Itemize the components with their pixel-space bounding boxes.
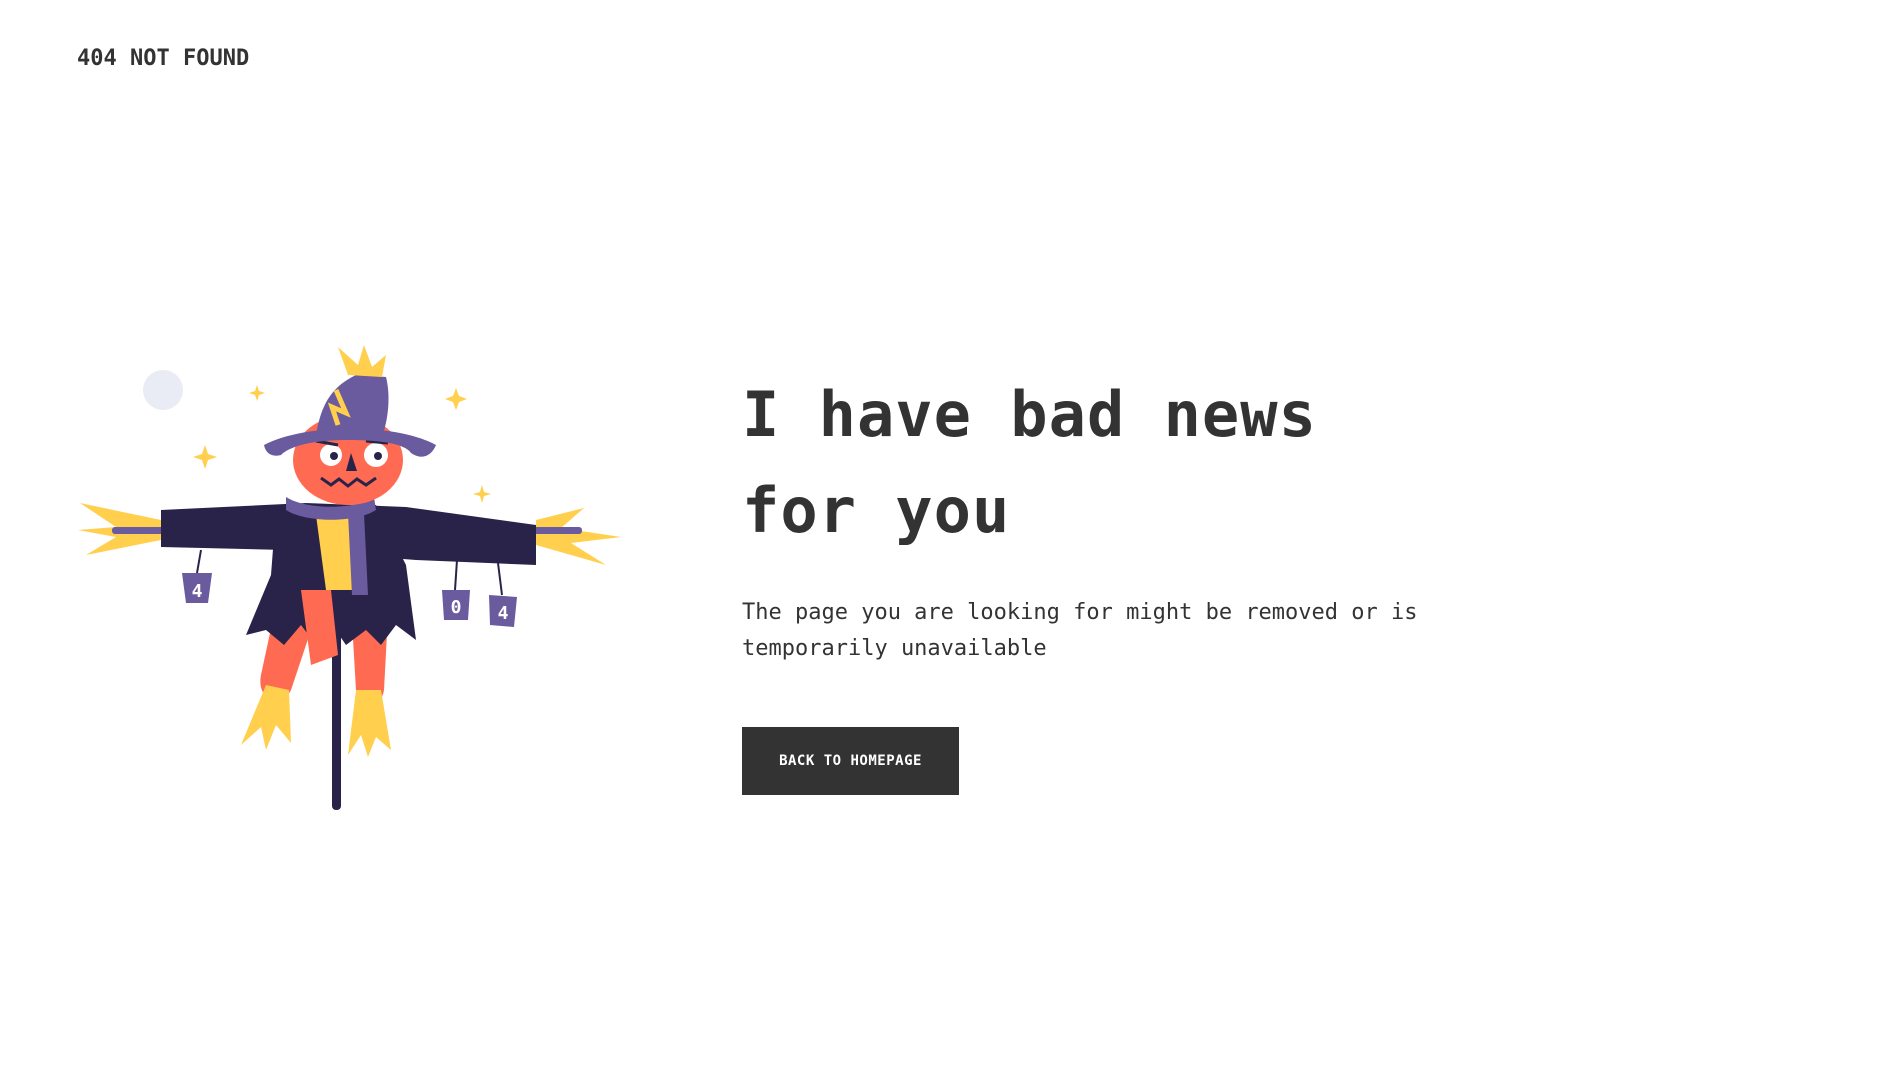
scarecrow-illustration: 4 0 4 (76, 345, 626, 815)
headline-line-1: I have bad news (742, 378, 1317, 451)
brand-title: 404 NOT FOUND (77, 46, 250, 71)
right-hand-straw (536, 508, 621, 565)
svg-text:4: 4 (192, 581, 203, 602)
headline: I have bad news for you (742, 367, 1502, 559)
error-description: The page you are looking for might be re… (742, 600, 1418, 661)
headline-line-2: for you (742, 474, 1011, 547)
back-to-homepage-button[interactable]: BACK TO HOMEPAGE (742, 727, 959, 795)
svg-text:4: 4 (498, 603, 509, 624)
hat-straw (338, 345, 386, 377)
moon-icon (143, 370, 183, 410)
error-content: I have bad news for you The page you are… (742, 367, 1502, 795)
svg-text:0: 0 (451, 597, 462, 618)
